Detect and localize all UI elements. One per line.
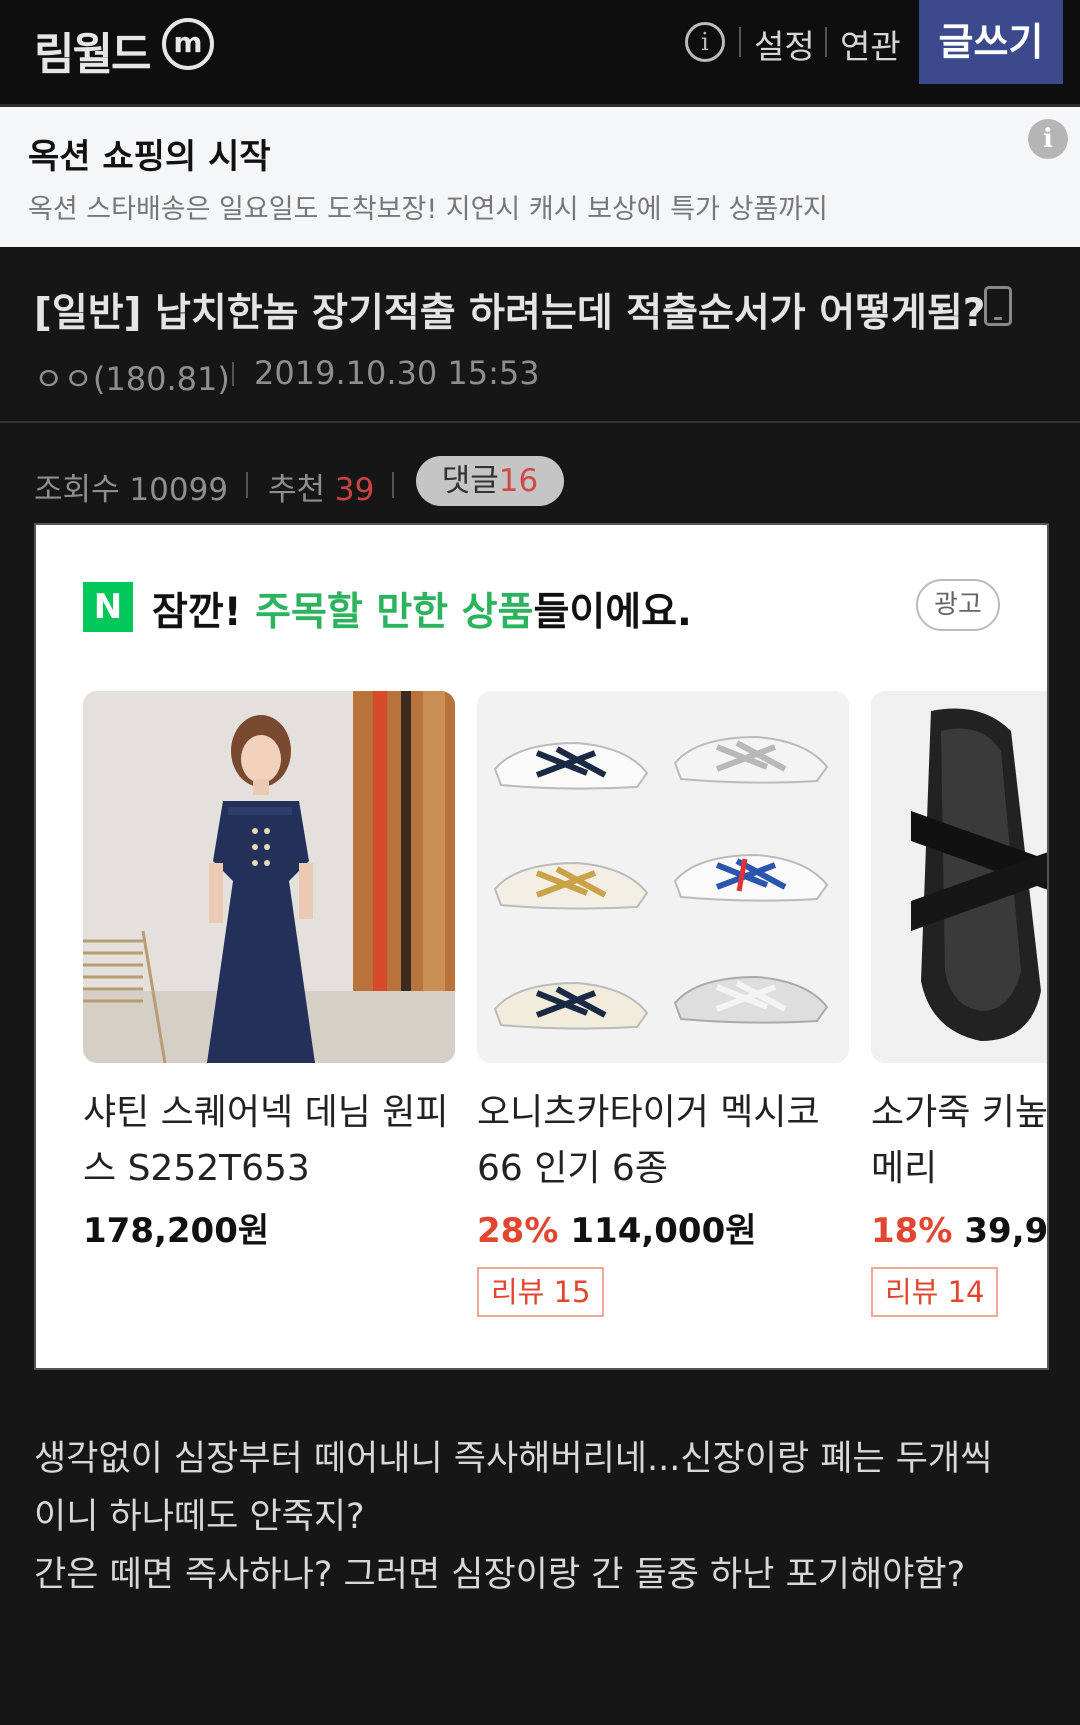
recommend-stat: 추천 39 [268,464,374,509]
post-body-line: 간은 떼면 즉사하나? 그러면 심장이랑 간 둘중 하난 포기해야함? [34,1555,966,1595]
naver-n-icon: N [83,582,133,632]
comment-count-button[interactable]: 댓글16 [416,456,564,506]
post-body-line: 생각없이 심장부터 떼어내니 즉사해버리네...신장이랑 폐는 두개씩 [34,1439,993,1479]
review-count-badge: 리뷰 15 [477,1267,605,1317]
mobile-icon [984,286,1012,326]
product-price: 18% 39,900원 [871,1203,1049,1252]
product-price: 178,200원 [83,1203,269,1252]
post-body: 생각없이 심장부터 떼어내니 즉사해버리네...신장이랑 폐는 두개씩 이니 하… [34,1430,1044,1604]
post-body-line: 이니 하나떼도 안죽지? [34,1497,365,1537]
views-label: 조회수 [34,472,120,508]
heading-prefix: 잠깐! [152,590,256,635]
logo-badge-icon[interactable]: m [162,18,214,70]
ad-banner-description[interactable]: 옥션 스타배송은 일요일도 도착보장! 지연시 캐시 보상에 특가 상품까지 [28,187,828,226]
product-image[interactable] [83,691,455,1063]
product-name[interactable]: 소가죽 키높이 리본 밴딩 메리 [871,1085,1047,1197]
product-ad-card: N 잠깐! 주목할 만한 상품들이에요. 광고 샤틴 스퀘어넥 데님 원피스 S… [34,523,1049,1370]
settings-link[interactable]: 설정 [754,20,815,68]
meta-divider [232,362,234,386]
top-bar: 림월드 m i 설정 연관 글쓰기 [0,0,1080,107]
comments-label: 댓글 [441,463,499,499]
stat-divider [392,472,394,498]
product-price: 28% 114,000원 [477,1203,757,1252]
related-link[interactable]: 연관 [840,20,901,68]
product-discount: 18% [871,1211,953,1251]
stat-divider [246,472,248,498]
ad-info-icon[interactable]: i [1028,119,1068,159]
product-image[interactable] [871,691,1047,1063]
site-logo[interactable]: 림월드 [34,18,151,82]
ad-banner-title[interactable]: 옥션 쇼핑의 시작 [28,129,271,178]
views-stat: 조회수 10099 [34,464,228,509]
nav-divider [739,27,741,57]
product-price-value: 39,900원 [964,1211,1049,1251]
views-count: 10099 [129,472,229,508]
post-datetime: 2019.10.30 15:53 [254,354,540,392]
post-title: [일반] 납치한놈 장기적출 하려는데 적출순서가 어떻게됨? [34,291,986,336]
product-image[interactable] [477,691,849,1063]
heading-highlight: 주목할 만한 상품 [255,590,534,635]
comments-count: 16 [498,463,539,499]
product-name[interactable]: 오니츠카타이거 멕시코 66 인기 6종 [477,1085,849,1197]
product-price-value: 178,200원 [83,1211,270,1251]
heading-suffix: 들이에요. [533,590,692,635]
product-name[interactable]: 샤틴 스퀘어넥 데님 원피스 S252T653 [83,1085,455,1197]
post-author[interactable]: ㅇㅇ(180.81) [34,354,230,400]
nav-divider [825,27,827,57]
ad-label-button[interactable]: 광고 [916,579,1000,631]
info-icon[interactable]: i [685,22,725,62]
write-button[interactable]: 글쓰기 [919,0,1063,84]
header-divider [0,421,1080,423]
recommend-count: 39 [334,472,375,508]
product-price-value: 114,000원 [570,1211,757,1251]
review-count-badge: 리뷰 14 [871,1267,999,1317]
ad-card-heading: 잠깐! 주목할 만한 상품들이에요. [152,581,692,637]
ad-banner[interactable]: 옥션 쇼핑의 시작 옥션 스타배송은 일요일도 도착보장! 지연시 캐시 보상에… [0,107,1080,247]
product-discount: 28% [477,1211,559,1251]
recommend-label: 추천 [268,472,326,508]
